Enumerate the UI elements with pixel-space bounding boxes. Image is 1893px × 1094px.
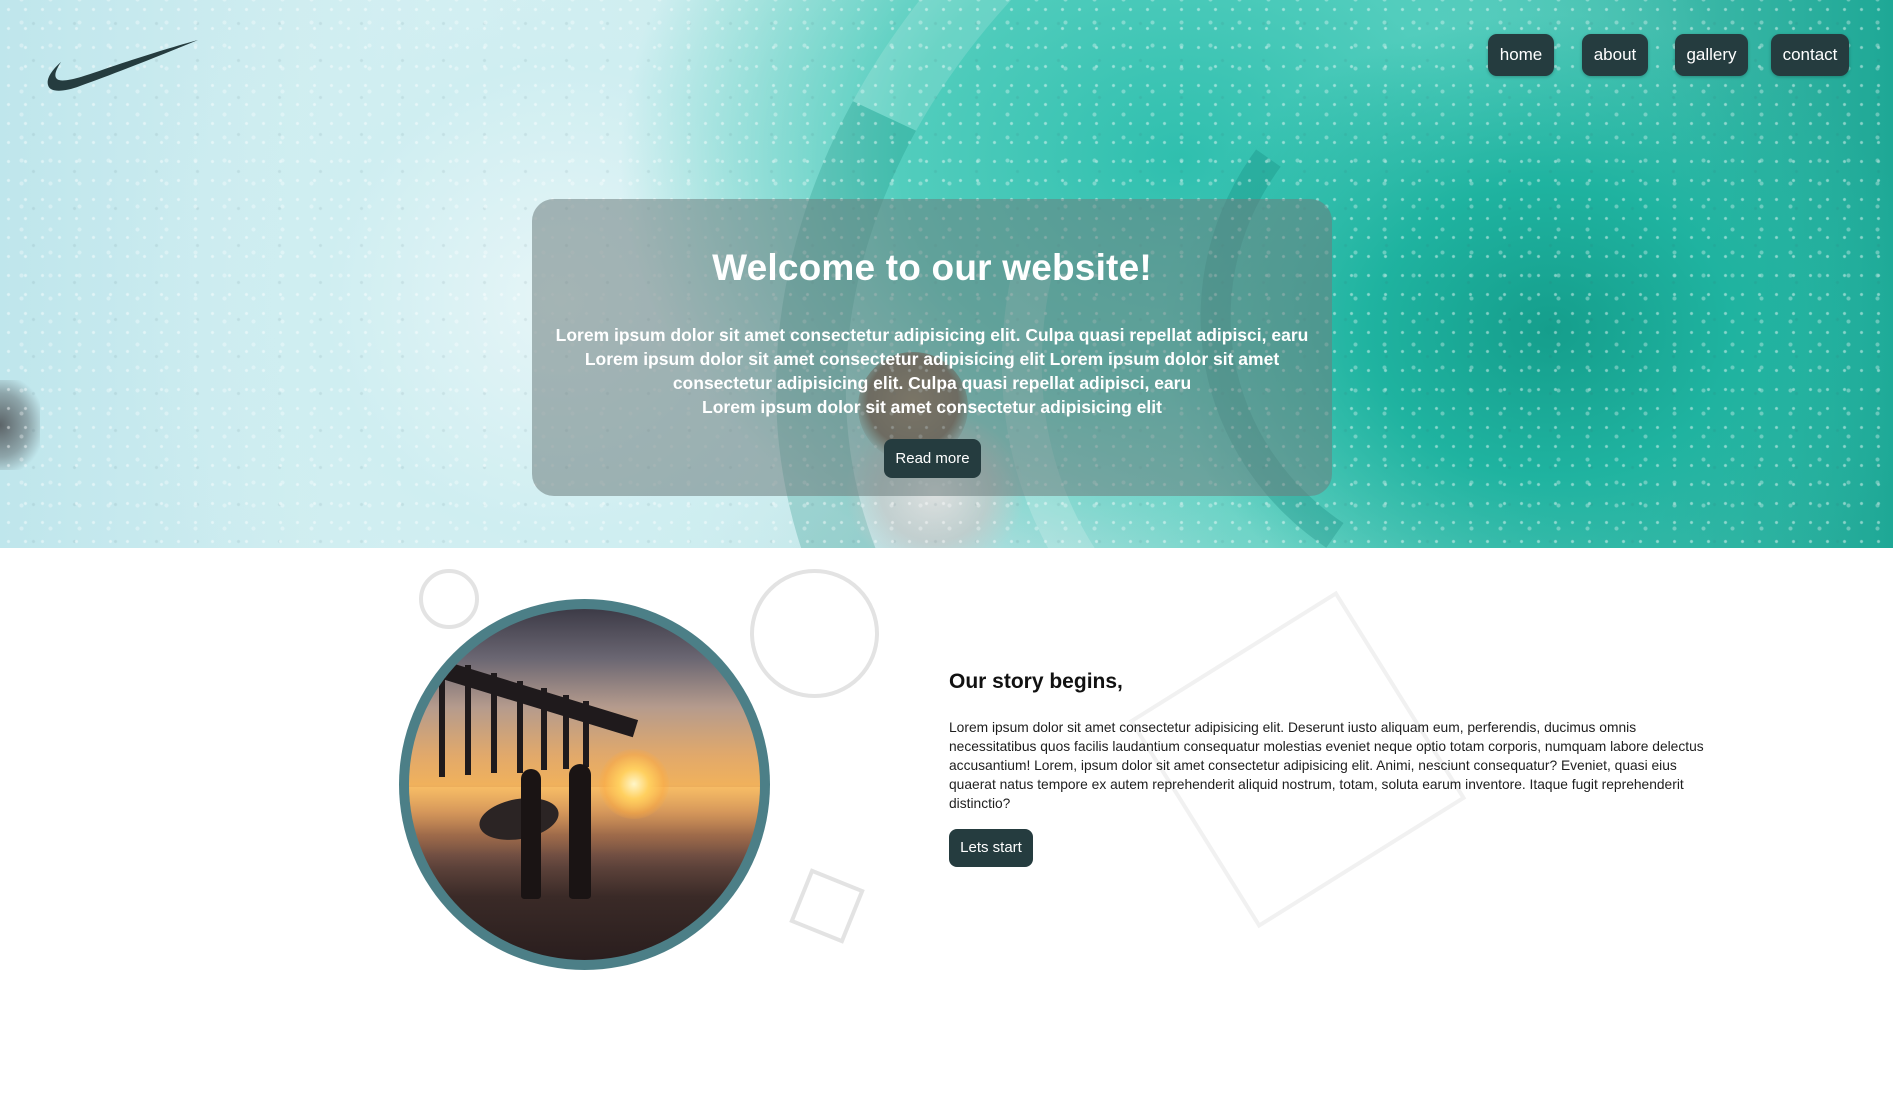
pier-post (541, 688, 547, 770)
swoosh-logo-icon[interactable] (44, 36, 204, 96)
lets-start-button[interactable]: Lets start (949, 829, 1033, 867)
welcome-card: Welcome to our website! Lorem ipsum dolo… (532, 199, 1332, 496)
pier-post (465, 665, 471, 775)
hero-banner: home about gallery contact Welcome to ou… (0, 0, 1893, 548)
pier-post (491, 673, 497, 773)
sun (599, 749, 669, 819)
nav-about-button[interactable]: about (1582, 34, 1648, 76)
nav-contact-button[interactable]: contact (1771, 34, 1849, 76)
pier-post (517, 681, 523, 773)
hero-text-line: consectetur adipisicing elit. Culpa quas… (672, 373, 1192, 393)
hero-description: Lorem ipsum dolor sit amet consectetur a… (554, 323, 1310, 419)
nav-gallery-button[interactable]: gallery (1675, 34, 1748, 76)
hero-text-line: Lorem ipsum dolor sit amet consectetur a… (584, 349, 1280, 369)
surfer-silhouette (569, 764, 591, 899)
read-more-button[interactable]: Read more (884, 439, 981, 478)
pier-post (583, 701, 589, 767)
story-title: Our story begins, (949, 670, 1123, 693)
hero-text-line: Lorem ipsum dolor sit amet consectetur a… (702, 397, 1162, 417)
pier-post (439, 657, 445, 777)
story-photo (409, 609, 760, 960)
story-text: Lorem ipsum dolor sit amet consectetur a… (949, 720, 1704, 811)
decor-circle-large (750, 569, 879, 698)
decor-square-small (789, 868, 865, 944)
hero-text-line: Lorem ipsum dolor sit amet consectetur a… (555, 325, 1309, 345)
surfer-silhouette (521, 769, 541, 899)
decor-circle-small (419, 569, 479, 629)
pier-post (563, 695, 569, 769)
nav-home-button[interactable]: home (1488, 34, 1554, 76)
hero-title: Welcome to our website! (712, 247, 1152, 288)
